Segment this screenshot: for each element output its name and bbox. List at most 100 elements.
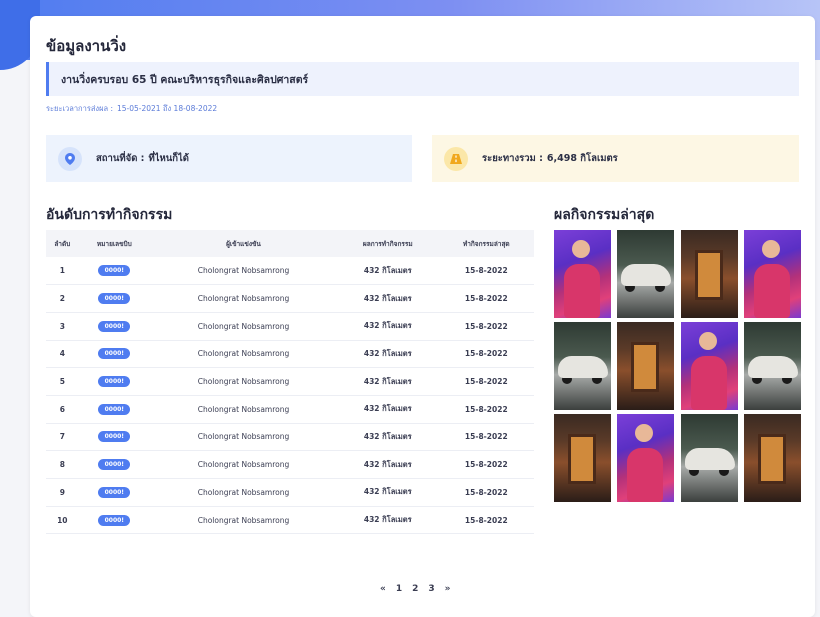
date-cell: 15-8-2022 bbox=[438, 312, 534, 341]
location-value: ที่ไหนก็ได้ bbox=[148, 153, 189, 164]
pagination: « 1 2 3 » bbox=[380, 584, 450, 594]
table-row[interactable]: 3 0000! Cholongrat Nobsamrong 432 กิโลเม… bbox=[46, 312, 534, 341]
participant-cell: Cholongrat Nobsamrong bbox=[149, 450, 337, 479]
result-cell: 432 กิโลเมตร bbox=[336, 395, 439, 424]
header-latest-activity: ทำกิจกรรมล่าสุด bbox=[462, 239, 510, 248]
rank-cell: 1 bbox=[46, 257, 79, 286]
location-info-box: สถานที่จัด : ที่ไหนก็ได้ bbox=[46, 135, 412, 182]
header-participant: ผู้เข้าแข่งขัน bbox=[226, 239, 261, 248]
bib-cell: 0000! bbox=[78, 367, 150, 396]
participant-cell: Cholongrat Nobsamrong bbox=[149, 257, 337, 286]
bib-badge: 0000! bbox=[98, 376, 131, 388]
table-row[interactable]: 5 0000! Cholongrat Nobsamrong 432 กิโลเม… bbox=[46, 367, 534, 396]
activity-photo[interactable] bbox=[680, 230, 738, 318]
rank-cell: 4 bbox=[46, 340, 79, 369]
bib-badge: 0000! bbox=[98, 320, 131, 332]
bib-badge: 0000! bbox=[98, 459, 131, 471]
date-cell: 15-8-2022 bbox=[438, 478, 534, 507]
result-cell: 432 กิโลเมตร bbox=[336, 284, 439, 313]
bib-badge: 0000! bbox=[98, 265, 131, 277]
pagination-page-2[interactable]: 2 bbox=[412, 584, 418, 594]
bib-cell: 0000! bbox=[78, 478, 150, 507]
bib-cell: 0000! bbox=[78, 450, 150, 479]
activity-photo[interactable] bbox=[743, 414, 801, 502]
date-cell: 15-8-2022 bbox=[438, 367, 534, 396]
date-cell: 15-8-2022 bbox=[438, 284, 534, 313]
rank-cell: 6 bbox=[46, 395, 79, 424]
date-cell: 15-8-2022 bbox=[438, 506, 534, 535]
distance-info-box: ระยะทางรวม :6,498 กิโลเมตร bbox=[432, 135, 799, 182]
activity-photo[interactable] bbox=[554, 230, 611, 318]
bib-cell: 0000! bbox=[78, 395, 150, 424]
table-row[interactable]: 10 0000! Cholongrat Nobsamrong 432 กิโลเ… bbox=[46, 506, 534, 535]
activity-photo[interactable] bbox=[743, 230, 801, 318]
participant-cell: Cholongrat Nobsamrong bbox=[149, 284, 337, 313]
activity-photo[interactable] bbox=[680, 322, 738, 410]
date-cell: 15-8-2022 bbox=[438, 450, 534, 479]
rank-cell: 7 bbox=[46, 423, 79, 452]
participant-cell: Cholongrat Nobsamrong bbox=[149, 340, 337, 369]
result-cell: 432 กิโลเมตร bbox=[336, 478, 439, 507]
bib-badge: 0000! bbox=[98, 403, 131, 415]
table-row[interactable]: 2 0000! Cholongrat Nobsamrong 432 กิโลเม… bbox=[46, 284, 534, 313]
rank-cell: 2 bbox=[46, 284, 79, 313]
rank-cell: 10 bbox=[46, 506, 79, 535]
table-row[interactable]: 1 0000! Cholongrat Nobsamrong 432 กิโลเม… bbox=[46, 257, 534, 286]
rank-cell: 3 bbox=[46, 312, 79, 341]
table-header-row: ลำดับ หมายเลขบิบ ผู้เข้าแข่งขัน ผลการทำก… bbox=[46, 230, 534, 257]
bib-cell: 0000! bbox=[78, 506, 150, 535]
table-row[interactable]: 6 0000! Cholongrat Nobsamrong 432 กิโลเม… bbox=[46, 395, 534, 424]
table-row[interactable]: 9 0000! Cholongrat Nobsamrong 432 กิโลเม… bbox=[46, 478, 534, 507]
map-pin-icon bbox=[58, 146, 82, 171]
result-cell: 432 กิโลเมตร bbox=[336, 450, 439, 479]
result-cell: 432 กิโลเมตร bbox=[336, 423, 439, 452]
ranking-table: ลำดับ หมายเลขบิบ ผู้เข้าแข่งขัน ผลการทำก… bbox=[46, 230, 534, 535]
pagination-page-1[interactable]: 1 bbox=[396, 584, 402, 594]
distance-text: ระยะทางรวม :6,498 กิโลเมตร bbox=[482, 151, 622, 166]
event-card: ข้อมูลงานวิ่ง งานวิ่งครบรอบ 65 ปี คณะบริ… bbox=[30, 16, 815, 617]
participant-cell: Cholongrat Nobsamrong bbox=[149, 312, 337, 341]
pagination-prev-button[interactable]: « bbox=[380, 584, 386, 594]
header-bib: หมายเลขบิบ bbox=[96, 239, 132, 248]
activity-photo[interactable] bbox=[554, 322, 611, 410]
road-icon bbox=[444, 146, 468, 171]
bib-badge: 0000! bbox=[98, 293, 131, 305]
bib-cell: 0000! bbox=[78, 423, 150, 452]
result-cell: 432 กิโลเมตร bbox=[336, 312, 439, 341]
table-row[interactable]: 7 0000! Cholongrat Nobsamrong 432 กิโลเม… bbox=[46, 423, 534, 452]
table-row[interactable]: 8 0000! Cholongrat Nobsamrong 432 กิโลเม… bbox=[46, 450, 534, 479]
bib-cell: 0000! bbox=[78, 312, 150, 341]
activity-photo[interactable] bbox=[617, 322, 675, 410]
result-cell: 432 กิโลเมตร bbox=[336, 367, 439, 396]
distance-label: ระยะทางรวม : bbox=[482, 153, 543, 164]
participant-cell: Cholongrat Nobsamrong bbox=[149, 478, 337, 507]
location-text: สถานที่จัด : ที่ไหนก็ได้ bbox=[96, 151, 193, 166]
latest-results-title: ผลกิจกรรมล่าสุด bbox=[554, 207, 655, 223]
bib-badge: 0000! bbox=[98, 348, 131, 360]
activity-photo[interactable] bbox=[617, 230, 675, 318]
rank-cell: 5 bbox=[46, 367, 79, 396]
rank-cell: 8 bbox=[46, 450, 79, 479]
bib-badge: 0000! bbox=[98, 431, 131, 443]
result-cell: 432 กิโลเมตร bbox=[336, 257, 439, 286]
activity-photo[interactable] bbox=[743, 322, 801, 410]
date-cell: 15-8-2022 bbox=[438, 257, 534, 286]
table-row[interactable]: 4 0000! Cholongrat Nobsamrong 432 กิโลเม… bbox=[46, 340, 534, 369]
result-cell: 432 กิโลเมตร bbox=[336, 340, 439, 369]
location-label: สถานที่จัด : bbox=[96, 153, 145, 164]
activity-photo[interactable] bbox=[617, 414, 675, 502]
date-cell: 15-8-2022 bbox=[438, 423, 534, 452]
bib-badge: 0000! bbox=[98, 514, 131, 526]
bib-cell: 0000! bbox=[78, 257, 150, 286]
participant-cell: Cholongrat Nobsamrong bbox=[149, 395, 337, 424]
bib-cell: 0000! bbox=[78, 340, 150, 369]
page-title: ข้อมูลงานวิ่ง bbox=[46, 37, 127, 55]
participant-cell: Cholongrat Nobsamrong bbox=[149, 423, 337, 452]
activity-photo[interactable] bbox=[680, 414, 738, 502]
bib-badge: 0000! bbox=[98, 486, 131, 498]
participant-cell: Cholongrat Nobsamrong bbox=[149, 367, 337, 396]
pagination-next-button[interactable]: » bbox=[445, 584, 451, 594]
activity-photo[interactable] bbox=[554, 414, 611, 502]
event-name-banner: งานวิ่งครบรอบ 65 ปี คณะบริหารธุรกิจและศิ… bbox=[46, 62, 799, 96]
pagination-page-3[interactable]: 3 bbox=[428, 584, 434, 594]
